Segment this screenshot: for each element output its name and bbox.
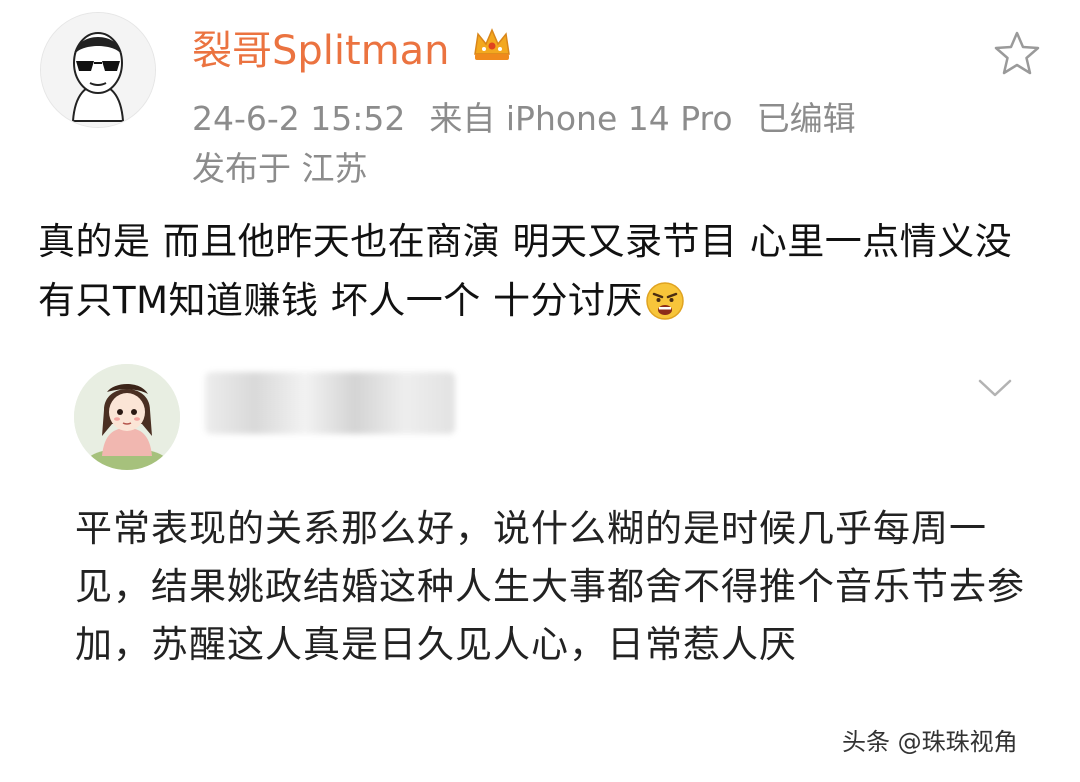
- comment-text: 平常表现的关系那么好，说什么糊的是时候几乎每周一见，结果姚政结婚这种人生大事都舍…: [75, 507, 1025, 666]
- user-avatar[interactable]: [40, 12, 156, 128]
- comment: 平常表现的关系那么好，说什么糊的是时候几乎每周一见，结果姚政结婚这种人生大事都舍…: [0, 350, 1080, 782]
- commenter-name-blurred[interactable]: [205, 372, 455, 434]
- chevron-down-icon[interactable]: [975, 376, 1015, 400]
- post-meta: 24-6-2 15:52 来自 iPhone 14 Pro 已编辑: [192, 92, 880, 140]
- avatar-girl-icon: [74, 364, 180, 470]
- watermark: 头条 @珠珠视角: [842, 728, 1018, 756]
- crown-icon: [474, 28, 510, 60]
- post-text: 真的是 而且他昨天也在商演 明天又录节目 心里一点情义没有只TM知道赚钱 坏人一…: [38, 220, 1013, 322]
- timestamp: 24-6-2 15:52: [192, 99, 406, 138]
- avatar-man-sunglasses-icon: [41, 13, 155, 127]
- star-icon[interactable]: [992, 28, 1042, 78]
- username[interactable]: 裂哥Splitman: [192, 18, 450, 76]
- post-body: 真的是 而且他昨天也在商演 明天又录节目 心里一点情义没有只TM知道赚钱 坏人一…: [38, 212, 1048, 330]
- source: 来自 iPhone 14 Pro: [429, 99, 733, 138]
- weibo-post: 裂哥Splitman 24-6-2 15:52 来自 iPhone 14 Pro 已…: [0, 0, 1080, 350]
- location: 发布于 江苏: [192, 149, 368, 188]
- commenter-avatar[interactable]: [74, 364, 180, 470]
- angry-emoji-icon: [646, 282, 684, 320]
- edited-label[interactable]: 已编辑: [757, 99, 856, 138]
